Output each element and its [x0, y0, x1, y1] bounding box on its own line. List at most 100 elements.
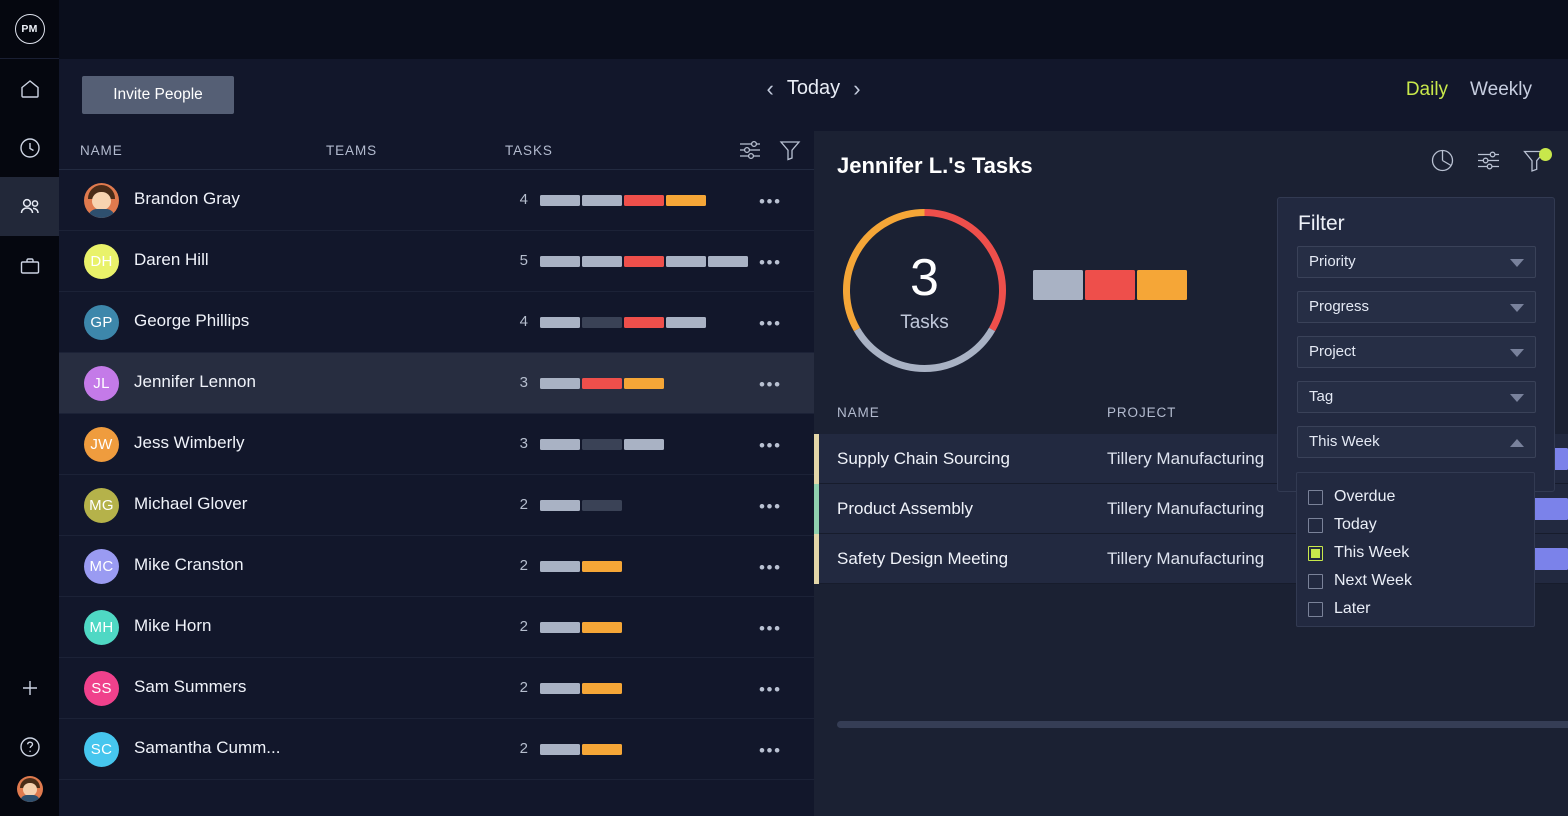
row-menu-button[interactable]: ••• — [759, 314, 782, 334]
row-menu-button[interactable]: ••• — [759, 680, 782, 700]
task-status-edge — [814, 484, 819, 534]
status-bar-segment — [540, 317, 580, 328]
avatar: JL — [84, 366, 119, 401]
person-name: George Phillips — [134, 311, 249, 331]
pie-chart-icon[interactable] — [1429, 147, 1456, 179]
table-row[interactable]: MCMike Cranston2••• — [59, 536, 814, 597]
row-menu-button[interactable]: ••• — [759, 192, 782, 212]
next-day-button[interactable]: › — [853, 78, 860, 100]
filter-option[interactable]: Later — [1297, 595, 1534, 623]
table-row[interactable]: JLJennifer Lennon3••• — [59, 353, 814, 414]
table-row[interactable]: MGMichael Glover2••• — [59, 475, 814, 536]
task-status-bars — [540, 622, 622, 633]
rail-item-home[interactable] — [0, 59, 59, 118]
status-bar-segment — [624, 256, 664, 267]
invite-people-button[interactable]: Invite People — [82, 76, 234, 114]
avatar-face — [92, 192, 111, 210]
avatar — [84, 183, 119, 218]
table-row[interactable]: JWJess Wimberly3••• — [59, 414, 814, 475]
task-name: Product Assembly — [837, 499, 973, 519]
left-rail: PM — [0, 0, 59, 816]
status-bar-segment — [624, 317, 664, 328]
filter-select-progress[interactable]: Progress — [1297, 291, 1536, 323]
app-window: PM — [0, 0, 1568, 816]
prev-day-button[interactable]: ‹ — [766, 78, 773, 100]
row-menu-button[interactable]: ••• — [759, 436, 782, 456]
status-bar-segment — [582, 317, 622, 328]
filter-option-label: Next Week — [1334, 572, 1412, 590]
checkbox[interactable] — [1308, 602, 1323, 617]
table-row[interactable]: SCSamantha Cumm...2••• — [59, 719, 814, 780]
rail-item-add[interactable] — [0, 658, 59, 717]
avatar: SC — [84, 732, 119, 767]
filter-select-timeframe[interactable]: This Week — [1297, 426, 1536, 458]
row-menu-button[interactable]: ••• — [759, 375, 782, 395]
task-column-header-name: NAME — [837, 405, 880, 420]
period-tabs: Daily Weekly — [1406, 79, 1532, 101]
filter-option[interactable]: This Week — [1297, 539, 1534, 567]
task-name: Safety Design Meeting — [837, 549, 1008, 569]
row-menu-button[interactable]: ••• — [759, 558, 782, 578]
filter-select-tag[interactable]: Tag — [1297, 381, 1536, 413]
rail-item-projects[interactable] — [0, 236, 59, 295]
filter-option[interactable]: Today — [1297, 511, 1534, 539]
table-row[interactable]: SSSam Summers2••• — [59, 658, 814, 719]
chevron-up-icon — [1510, 439, 1524, 447]
people-rows: Brandon Gray4•••DHDaren Hill5•••GPGeorge… — [59, 170, 814, 780]
status-bar-segment — [708, 256, 748, 267]
app-logo[interactable]: PM — [0, 0, 59, 59]
current-date-label[interactable]: Today — [787, 77, 840, 100]
tab-weekly[interactable]: Weekly — [1470, 79, 1532, 101]
chevron-down-icon — [1510, 394, 1524, 402]
filter-option[interactable]: Next Week — [1297, 567, 1534, 595]
filter-icon[interactable] — [1521, 147, 1548, 179]
filter-select-project[interactable]: Project — [1297, 336, 1536, 368]
chevron-down-icon — [1510, 259, 1524, 267]
filter-icon[interactable] — [777, 137, 803, 166]
checkbox[interactable] — [1308, 518, 1323, 533]
row-menu-button[interactable]: ••• — [759, 741, 782, 761]
rail-item-team[interactable] — [0, 177, 59, 236]
horizontal-scrollbar[interactable] — [837, 721, 1568, 728]
task-status-bars — [540, 317, 706, 328]
checkbox[interactable] — [1308, 490, 1323, 505]
sliders-icon[interactable] — [737, 137, 763, 166]
task-count: 2 — [514, 496, 528, 513]
row-menu-button[interactable]: ••• — [759, 497, 782, 517]
clock-icon — [18, 136, 42, 160]
table-row[interactable]: GPGeorge Phillips4••• — [59, 292, 814, 353]
row-menu-button[interactable]: ••• — [759, 619, 782, 639]
rail-item-help[interactable] — [0, 717, 59, 776]
account-avatar[interactable] — [17, 776, 43, 802]
status-bar-segment — [582, 683, 622, 694]
rail-item-time[interactable] — [0, 118, 59, 177]
filter-select-priority[interactable]: Priority — [1297, 246, 1536, 278]
task-project: Tillery Manufacturing — [1107, 449, 1264, 469]
task-project: Tillery Manufacturing — [1107, 499, 1264, 519]
donut-center: 3 Tasks — [837, 203, 1012, 378]
status-bar-segment — [624, 439, 664, 450]
task-name: Supply Chain Sourcing — [837, 449, 1010, 469]
table-row[interactable]: Brandon Gray4••• — [59, 170, 814, 231]
donut-value: 3 — [910, 252, 939, 304]
tab-daily[interactable]: Daily — [1406, 79, 1448, 101]
status-bar-segment — [582, 256, 622, 267]
logo-text: PM — [15, 14, 45, 44]
status-bar-segment — [666, 195, 706, 206]
table-row[interactable]: MHMike Horn2••• — [59, 597, 814, 658]
avatar: MG — [84, 488, 119, 523]
people-panel: NAME TEAMS TASKS Brandon Gray4•••DHDaren… — [59, 131, 814, 816]
filter-option[interactable]: Overdue — [1297, 483, 1534, 511]
task-status-edge — [814, 434, 819, 484]
filter-select-tag-label: Tag — [1309, 388, 1333, 405]
avatar-body — [20, 795, 40, 802]
row-menu-button[interactable]: ••• — [759, 253, 782, 273]
task-project: Tillery Manufacturing — [1107, 549, 1264, 569]
sliders-icon[interactable] — [1475, 147, 1502, 179]
status-bar-segment — [540, 195, 580, 206]
filter-active-badge — [1539, 148, 1552, 161]
checkbox[interactable] — [1308, 546, 1323, 561]
filter-popover-title: Filter — [1298, 212, 1345, 236]
checkbox[interactable] — [1308, 574, 1323, 589]
table-row[interactable]: DHDaren Hill5••• — [59, 231, 814, 292]
